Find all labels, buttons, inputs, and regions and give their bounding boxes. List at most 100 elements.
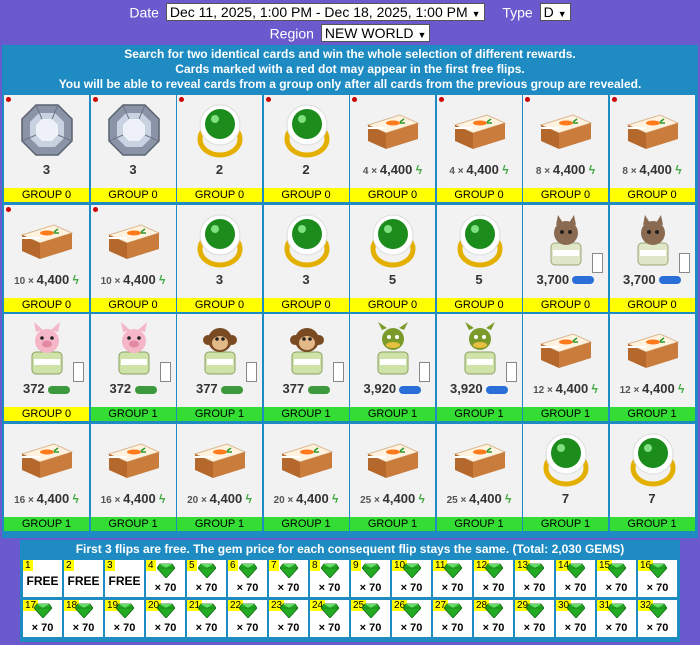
card-reward: 3 (91, 162, 176, 177)
reward-card[interactable]: 16 × 4,400 ϟ GROUP 1 (90, 423, 176, 531)
flip-number: 4 (146, 560, 156, 571)
reward-card[interactable]: 377 GROUP 1 (177, 314, 262, 421)
reward-card[interactable]: 20 × 4,400 ϟ GROUP 1 (263, 423, 349, 531)
reward-card[interactable]: 4 × 4,400 ϟ GROUP 0 (350, 95, 435, 202)
reward-card[interactable]: 10 × 4,400 ϟ GROUP 0 (4, 204, 89, 312)
reward-card[interactable]: 7 GROUP 1 (523, 423, 608, 531)
region-select[interactable]: NEW WORLD ▼ (320, 24, 431, 43)
monkey-jar-icon (191, 320, 249, 378)
checkbox-toggle[interactable] (419, 362, 430, 382)
blue-pill-icon (572, 276, 595, 285)
reward-card[interactable]: 2 GROUP 0 (263, 95, 349, 202)
card-quantity: 20 (273, 494, 285, 506)
green-pill-icon (48, 385, 71, 394)
card-quantity: 25 (446, 494, 458, 506)
flip-cell: 28 × 70 (474, 600, 513, 637)
reward-card[interactable]: 3,920 GROUP 1 (350, 314, 435, 421)
reward-card[interactable]: 25 × 4,400 ϟ GROUP 1 (436, 423, 522, 531)
reward-card[interactable]: 377 GROUP 1 (263, 314, 349, 421)
reward-card[interactable]: 10 × 4,400 ϟ GROUP 0 (90, 204, 176, 312)
reward-card[interactable]: 4 × 4,400 ϟ GROUP 0 (436, 95, 522, 202)
emerald-gem-icon (361, 603, 381, 619)
date-select[interactable]: Dec 11, 2025, 1:00 PM - Dec 18, 2025, 1:… (165, 3, 485, 22)
card-group-label: GROUP 0 (523, 297, 608, 312)
flip-price: × 70 (564, 582, 587, 594)
flip-price: × 70 (482, 582, 505, 594)
card-value: 5 (475, 271, 483, 287)
card-group-label: GROUP 0 (609, 188, 695, 202)
checkbox-toggle[interactable] (592, 252, 603, 273)
emerald-gem-icon (279, 603, 299, 619)
emerald-ring-icon (191, 101, 249, 159)
reward-card[interactable]: 3,700 GROUP 0 (523, 204, 608, 312)
reward-card[interactable]: 12 × 4,400 ϟ GROUP 1 (523, 314, 608, 421)
emerald-gem-icon (156, 563, 176, 579)
flip-cell: 26 × 70 (392, 600, 431, 637)
emerald-gem-icon (566, 563, 586, 579)
card-reward: 20 × 4,400 ϟ (273, 490, 339, 506)
reward-card[interactable]: 2 GROUP 0 (177, 95, 262, 202)
reward-card[interactable]: 16 × 4,400 ϟ GROUP 1 (4, 423, 89, 531)
card-group-label: GROUP 1 (523, 407, 608, 421)
card-grid: 3 GROUP 0 3 GROUP 0 2 GROUP 0 2 GROUP 04 × 4,40… (4, 95, 697, 538)
card-reward: 3,920 (350, 381, 435, 396)
card-value: 7 (648, 490, 656, 506)
reward-card[interactable]: 7 GROUP 1 (609, 423, 695, 531)
reward-card[interactable]: 3,700 GROUP 0 (609, 204, 695, 312)
reward-card[interactable]: 372 GROUP 1 (90, 314, 176, 421)
card-reward: 372 (91, 381, 176, 396)
reward-card[interactable]: 3 GROUP 0 (177, 204, 262, 312)
info-line-3: You will be able to reveal cards from a … (58, 77, 642, 91)
emerald-gem-icon (484, 563, 504, 579)
reward-card[interactable]: 372 GROUP 0 (4, 314, 89, 421)
reward-card[interactable]: 8 × 4,400 ϟ GROUP 0 (523, 95, 608, 202)
checkbox-toggle[interactable] (246, 362, 257, 382)
emerald-ring-icon (364, 211, 422, 269)
flip-cell: 1 FREE (23, 560, 62, 597)
card-value: 5 (388, 271, 397, 287)
card-value: 3,920 (450, 381, 483, 396)
reward-card[interactable]: 3 GROUP 0 (263, 204, 349, 312)
card-group-label: GROUP 1 (90, 516, 176, 531)
emerald-ring-icon (191, 211, 249, 269)
reward-card[interactable]: 3 GROUP 0 (90, 95, 176, 202)
reward-card[interactable]: 5 GROUP 0 (350, 204, 435, 312)
reward-card[interactable]: 3 GROUP 0 (4, 95, 89, 202)
checkbox-toggle[interactable] (159, 362, 171, 382)
emerald-ring-icon (537, 430, 595, 488)
region-label: Region (269, 25, 314, 42)
flip-price: × 70 (195, 622, 218, 634)
reward-card[interactable]: 20 × 4,400 ϟ GROUP 1 (177, 423, 262, 531)
checkbox-toggle[interactable] (505, 362, 517, 382)
card-reward: 12 × 4,400 ϟ (619, 381, 685, 396)
card-reward: 10 × 4,400 ϟ (100, 271, 166, 287)
flip-price: × 70 (359, 582, 382, 594)
card-reward: 25 × 4,400 ϟ (446, 490, 512, 506)
card-group-label: GROUP 0 (177, 188, 262, 202)
reward-card[interactable]: 12 × 4,400 ϟ GROUP 1 (609, 314, 695, 421)
info-line-2: Cards marked with a red dot may appear i… (175, 62, 525, 76)
reward-card[interactable]: 3,920 GROUP 1 (436, 314, 522, 421)
card-reward: 4 × 4,400 ϟ (362, 162, 423, 177)
reward-card[interactable]: 5 GROUP 0 (436, 204, 522, 312)
card-group-label: GROUP 0 (263, 297, 349, 312)
card-group-label: GROUP 1 (436, 516, 522, 531)
red-dot-marker (265, 97, 271, 102)
card-value: 4,400 (469, 490, 502, 506)
checkbox-toggle[interactable] (332, 362, 344, 382)
flip-cell: 2 FREE (64, 560, 103, 597)
reward-card[interactable]: 25 × 4,400 ϟ GROUP 1 (350, 423, 435, 531)
emerald-gem-icon (525, 603, 545, 619)
flip-cell: 7 × 70 (269, 560, 308, 597)
checkbox-toggle[interactable] (73, 362, 84, 382)
flip-cell: 3 FREE (105, 560, 144, 597)
pig-jar-icon (18, 320, 76, 378)
card-reward: 16 × 4,400 ϟ (100, 490, 166, 506)
checkbox-toggle[interactable] (678, 252, 690, 273)
type-select[interactable]: D ▼ (539, 3, 571, 22)
reward-card[interactable]: 8 × 4,400 ϟ GROUP 0 (609, 95, 695, 202)
emerald-gem-icon (238, 603, 258, 619)
diamond-icon (105, 101, 163, 159)
dragon-jar-icon (364, 320, 422, 378)
cards-panel: Search for two identical cards and win t… (2, 45, 698, 538)
